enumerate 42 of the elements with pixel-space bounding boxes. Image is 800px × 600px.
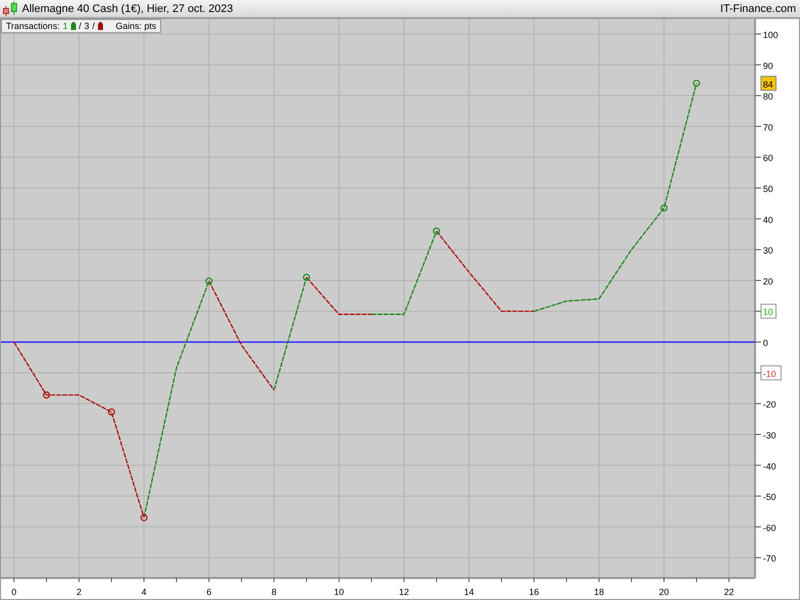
y-tick-label: -10 bbox=[763, 368, 776, 379]
y-tick-label: 84 bbox=[763, 79, 774, 90]
window-title: Allemagne 40 Cash (1€), Hier, 27 oct. 2023 bbox=[22, 2, 233, 14]
y-tick-label: 50 bbox=[763, 184, 774, 194]
x-tick-label: 20 bbox=[659, 587, 669, 597]
y-tick-label: 90 bbox=[763, 60, 774, 71]
y-tick-label: -70 bbox=[763, 554, 776, 564]
brand-label: IT-Finance.com bbox=[720, 2, 796, 14]
x-tick-label: 0 bbox=[11, 587, 16, 597]
y-tick-label: 30 bbox=[763, 246, 774, 256]
y-tick-label: -50 bbox=[763, 492, 776, 502]
y-tick-label: 70 bbox=[763, 122, 774, 132]
y-tick-label: 10 bbox=[763, 307, 774, 318]
wins-count: 1 bbox=[62, 21, 68, 31]
x-tick-label: 18 bbox=[594, 587, 604, 597]
y-tick-label: 100 bbox=[763, 30, 778, 40]
x-tick-label: 8 bbox=[271, 587, 276, 597]
y-tick-label: -40 bbox=[763, 461, 776, 472]
gains-label: Gains: pts bbox=[116, 21, 156, 31]
y-tick-label: 40 bbox=[763, 214, 774, 225]
total-count: 3 bbox=[84, 21, 90, 31]
candlestick-icon bbox=[2, 1, 18, 16]
x-tick-label: 16 bbox=[528, 587, 539, 597]
y-tick-label: -20 bbox=[763, 400, 776, 410]
y-tick-label: 60 bbox=[763, 153, 774, 164]
x-tick-label: 22 bbox=[724, 587, 734, 597]
separator: / bbox=[78, 21, 82, 31]
y-tick-label: -60 bbox=[763, 522, 776, 533]
y-tick-label: -30 bbox=[763, 430, 776, 440]
x-tick-label: 10 bbox=[334, 587, 344, 597]
x-tick-label: 4 bbox=[141, 587, 146, 597]
y-tick-label: 0 bbox=[763, 338, 768, 348]
y-tick-label: 20 bbox=[763, 276, 774, 286]
down-marker-icon bbox=[98, 22, 103, 30]
x-tick-label: 14 bbox=[464, 587, 474, 597]
up-marker-icon bbox=[70, 22, 76, 30]
x-tick-label: 6 bbox=[206, 587, 212, 597]
legend-label: Transactions: bbox=[6, 21, 60, 31]
x-tick-label: 12 bbox=[398, 587, 409, 597]
y-tick-label: 80 bbox=[763, 92, 774, 102]
x-tick-label: 2 bbox=[76, 587, 82, 597]
separator: / bbox=[92, 21, 95, 31]
